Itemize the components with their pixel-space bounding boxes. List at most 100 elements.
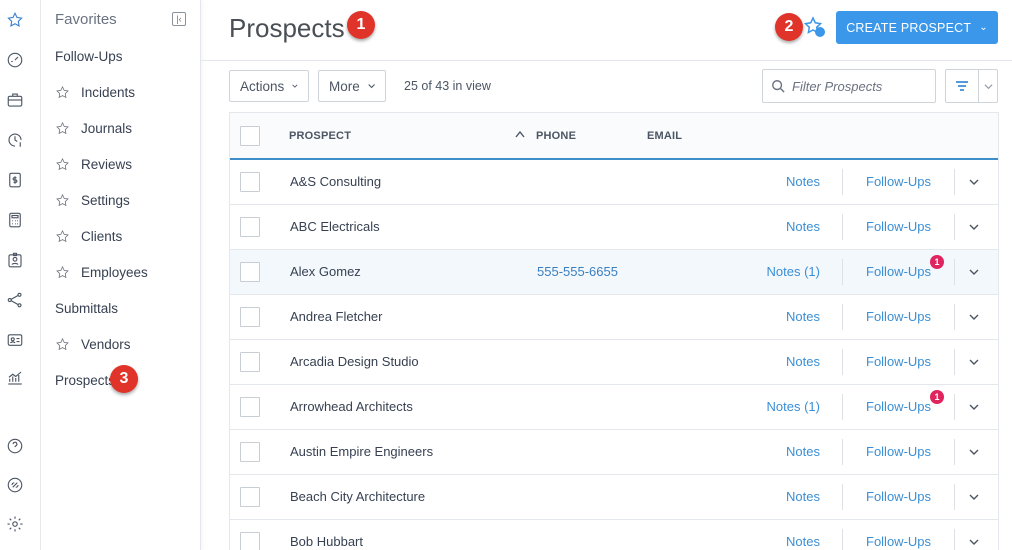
row-checkbox[interactable] bbox=[240, 352, 260, 372]
clock-dollar-icon[interactable] bbox=[5, 130, 25, 150]
prospect-name[interactable]: Bob Hubbart bbox=[290, 534, 363, 549]
table-row[interactable]: Arrowhead Architects Notes (1) Follow-Ups 1 bbox=[230, 385, 998, 430]
row-checkbox[interactable] bbox=[240, 217, 260, 237]
chevron-down-icon[interactable] bbox=[968, 536, 980, 548]
favorite-item-prospects[interactable]: Prospects bbox=[55, 370, 115, 390]
prospect-name[interactable]: A&S Consulting bbox=[290, 174, 381, 189]
table-row[interactable]: Arcadia Design Studio Notes Follow-Ups bbox=[230, 340, 998, 385]
chevron-down-icon[interactable] bbox=[968, 176, 980, 188]
row-checkbox[interactable] bbox=[240, 442, 260, 462]
table-row[interactable]: Alex Gomez 555-555-6655 Notes (1) Follow-Up… bbox=[230, 250, 998, 295]
chevron-down-icon[interactable] bbox=[968, 401, 980, 413]
table-row[interactable]: Beach City Architecture Notes Follow-Ups bbox=[230, 475, 998, 520]
settings-icon[interactable] bbox=[5, 514, 25, 534]
follow-ups-link[interactable]: Follow-Ups bbox=[866, 354, 931, 369]
row-checkbox[interactable] bbox=[240, 307, 260, 327]
table-row[interactable]: Bob Hubbart Notes Follow-Ups bbox=[230, 520, 998, 550]
follow-ups-link[interactable]: Follow-Ups bbox=[866, 309, 931, 324]
notes-link[interactable]: Notes bbox=[786, 219, 820, 234]
prospect-name[interactable]: Alex Gomez bbox=[290, 264, 361, 279]
favorite-item-employees[interactable]: Employees bbox=[55, 262, 148, 282]
star-icon[interactable] bbox=[5, 10, 25, 30]
phone-link[interactable]: 555-555-6655 bbox=[537, 264, 618, 279]
briefcase-icon[interactable] bbox=[5, 90, 25, 110]
notes-link[interactable]: Notes bbox=[786, 534, 820, 549]
follow-ups-link[interactable]: Follow-Ups bbox=[866, 399, 931, 414]
follow-ups-link[interactable]: Follow-Ups bbox=[866, 534, 931, 549]
prospect-name[interactable]: Austin Empire Engineers bbox=[290, 444, 433, 459]
prospect-name[interactable]: Arcadia Design Studio bbox=[290, 354, 419, 369]
notes-link[interactable]: Notes bbox=[786, 444, 820, 459]
notes-link[interactable]: Notes bbox=[786, 174, 820, 189]
notes-link[interactable]: Notes bbox=[786, 489, 820, 504]
chevron-down-icon[interactable] bbox=[968, 356, 980, 368]
chevron-down-icon[interactable] bbox=[968, 311, 980, 323]
favorite-item-follow-ups[interactable]: Follow-Ups bbox=[55, 46, 123, 66]
contact-card-icon[interactable] bbox=[5, 330, 25, 350]
select-all-checkbox[interactable] bbox=[240, 126, 260, 146]
invoice-icon[interactable] bbox=[5, 170, 25, 190]
badge-icon[interactable] bbox=[5, 250, 25, 270]
column-prospect[interactable]: PROSPECT bbox=[289, 130, 351, 142]
notes-link[interactable]: Notes bbox=[786, 309, 820, 324]
row-checkbox[interactable] bbox=[240, 262, 260, 282]
chevron-down-icon[interactable] bbox=[968, 491, 980, 503]
star-icon[interactable] bbox=[55, 121, 70, 136]
star-icon[interactable] bbox=[55, 229, 70, 244]
more-label: More bbox=[329, 78, 360, 94]
help-icon[interactable] bbox=[5, 436, 25, 456]
table-row[interactable]: Austin Empire Engineers Notes Follow-Ups bbox=[230, 430, 998, 475]
star-icon[interactable] bbox=[55, 265, 70, 280]
prospect-name[interactable]: Andrea Fletcher bbox=[290, 309, 383, 324]
favorite-item-journals[interactable]: Journals bbox=[55, 118, 132, 138]
follow-ups-link[interactable]: Follow-Ups bbox=[866, 219, 931, 234]
sort-asc-icon[interactable] bbox=[515, 130, 525, 138]
favorite-item-clients[interactable]: Clients bbox=[55, 226, 122, 246]
prospect-name[interactable]: ABC Electricals bbox=[290, 219, 380, 234]
star-icon[interactable] bbox=[55, 85, 70, 100]
notes-link[interactable]: Notes bbox=[786, 354, 820, 369]
chevron-down-icon[interactable] bbox=[968, 221, 980, 233]
row-checkbox[interactable] bbox=[240, 172, 260, 192]
dashboard-icon[interactable] bbox=[5, 50, 25, 70]
integration-icon[interactable] bbox=[5, 475, 25, 495]
chevron-down-icon[interactable] bbox=[979, 70, 997, 102]
favorite-item-submittals[interactable]: Submittals bbox=[55, 298, 118, 318]
notes-link[interactable]: Notes (1) bbox=[767, 264, 820, 279]
collapse-panel-icon[interactable]: |‹ bbox=[172, 12, 186, 26]
network-icon[interactable] bbox=[5, 290, 25, 310]
filter-options-button[interactable] bbox=[945, 69, 998, 103]
favorite-star-icon[interactable] bbox=[802, 15, 828, 41]
actions-dropdown[interactable]: Actions bbox=[229, 70, 309, 102]
chevron-down-icon[interactable] bbox=[968, 446, 980, 458]
chevron-down-icon[interactable] bbox=[968, 266, 980, 278]
filter-prospects-input[interactable]: Filter Prospects bbox=[762, 69, 936, 103]
prospect-name[interactable]: Beach City Architecture bbox=[290, 489, 425, 504]
create-prospect-button[interactable]: CREATE PROSPECT ⌄ bbox=[836, 11, 998, 44]
favorite-item-reviews[interactable]: Reviews bbox=[55, 154, 132, 174]
filter-icon[interactable] bbox=[946, 70, 979, 102]
column-email[interactable]: EMAIL bbox=[647, 130, 682, 142]
follow-ups-link[interactable]: Follow-Ups bbox=[866, 444, 931, 459]
star-icon[interactable] bbox=[55, 337, 70, 352]
favorite-item-vendors[interactable]: Vendors bbox=[55, 334, 131, 354]
star-icon[interactable] bbox=[55, 157, 70, 172]
row-checkbox[interactable] bbox=[240, 397, 260, 417]
prospect-name[interactable]: Arrowhead Architects bbox=[290, 399, 413, 414]
column-phone[interactable]: PHONE bbox=[536, 130, 576, 142]
row-checkbox[interactable] bbox=[240, 487, 260, 507]
follow-ups-link[interactable]: Follow-Ups bbox=[866, 174, 931, 189]
follow-ups-link[interactable]: Follow-Ups bbox=[866, 264, 931, 279]
chart-icon[interactable] bbox=[5, 368, 25, 388]
more-dropdown[interactable]: More bbox=[318, 70, 386, 102]
table-row[interactable]: ABC Electricals Notes Follow-Ups bbox=[230, 205, 998, 250]
star-icon[interactable] bbox=[55, 193, 70, 208]
notes-link[interactable]: Notes (1) bbox=[767, 399, 820, 414]
favorite-item-settings[interactable]: Settings bbox=[55, 190, 130, 210]
table-row[interactable]: Andrea Fletcher Notes Follow-Ups bbox=[230, 295, 998, 340]
row-checkbox[interactable] bbox=[240, 532, 260, 550]
table-row[interactable]: A&S Consulting Notes Follow-Ups bbox=[230, 160, 998, 205]
follow-ups-link[interactable]: Follow-Ups bbox=[866, 489, 931, 504]
calculator-icon[interactable] bbox=[5, 210, 25, 230]
favorite-item-incidents[interactable]: Incidents bbox=[55, 82, 135, 102]
